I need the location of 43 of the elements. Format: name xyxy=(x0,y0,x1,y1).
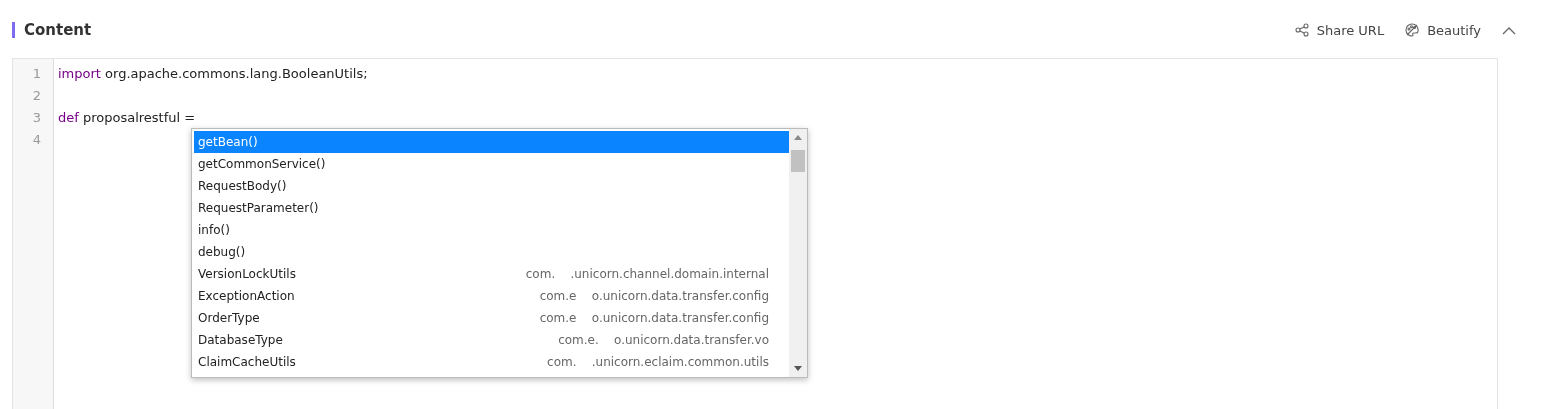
scrollbar-thumb[interactable] xyxy=(791,150,805,172)
scroll-up-icon[interactable] xyxy=(793,134,803,140)
suggestion-label: RequestParameter() xyxy=(198,200,319,217)
share-icon xyxy=(1294,23,1309,37)
package-name: com.e o.unicorn.data.transfer.config xyxy=(539,310,770,327)
suggestion-item[interactable]: info() xyxy=(194,219,789,241)
suggestion-label: OrderType xyxy=(198,310,260,327)
suggestion-label: info() xyxy=(198,222,230,239)
suggestion-item[interactable]: getBean() xyxy=(194,131,789,153)
suggestion-label: getBean() xyxy=(198,134,258,151)
suggestion-label: VersionLockUtils xyxy=(198,266,296,283)
suggestion-label: ExceptionAction xyxy=(198,288,295,305)
suggestion-label: ClaimCacheUtils xyxy=(198,354,296,371)
suggestion-label: RequestBody() xyxy=(198,178,287,195)
collapse-icon xyxy=(1502,25,1516,35)
suggestion-item[interactable]: RequestBody() xyxy=(194,175,789,197)
line-number: 2 xyxy=(31,87,42,105)
line-number: 1 xyxy=(31,65,42,83)
package-name: com.e o.unicorn.data.transfer.config xyxy=(539,288,770,305)
scroll-down-icon[interactable] xyxy=(793,366,803,372)
suggestion-label: DatabaseType xyxy=(198,332,283,349)
suggestion-item[interactable]: DatabaseType com.e. o.unicorn.data.transfer.vo xyxy=(194,329,789,351)
package-name: com. .unicorn.eclaim.common.utils xyxy=(547,354,770,371)
package-name: com.e. o.unicorn.data.transfer.vo xyxy=(558,332,770,349)
palette-icon xyxy=(1405,23,1420,37)
suggestion-item[interactable]: OrderType com.e o.unicorn.data.transfer.config xyxy=(194,307,789,329)
line-number: 4 xyxy=(31,131,42,149)
suggestion-item[interactable]: debug() xyxy=(194,241,789,263)
suggestion-item[interactable]: RequestParameter() xyxy=(194,197,789,219)
suggestion-item[interactable]: VersionLockUtils com. .unicorn.channel.domain.internal xyxy=(194,263,789,285)
suggestion-item[interactable]: ClaimCacheUtils com. .unicorn.eclaim.common.utils xyxy=(194,351,789,373)
suggestion-item[interactable]: ExceptionAction com.e o.unicorn.data.transfer.config xyxy=(194,285,789,307)
code-line: def proposalrestful = xyxy=(58,109,197,127)
beautify-button[interactable]: Beautify xyxy=(1403,20,1483,40)
suggestion-label: getCommonService() xyxy=(198,156,326,173)
section-title: Content xyxy=(24,21,93,39)
package-name: com. .unicorn.channel.domain.internal xyxy=(525,266,770,283)
line-number: 3 xyxy=(31,109,42,127)
suggestion-label: debug() xyxy=(198,244,246,261)
suggestion-item[interactable]: getCommonService() xyxy=(194,153,789,175)
code-line: import org.apache.commons.lang.BooleanUtils; xyxy=(58,65,368,83)
share-url-button[interactable]: Share URL xyxy=(1292,20,1387,40)
scrollbar[interactable] xyxy=(789,129,807,377)
